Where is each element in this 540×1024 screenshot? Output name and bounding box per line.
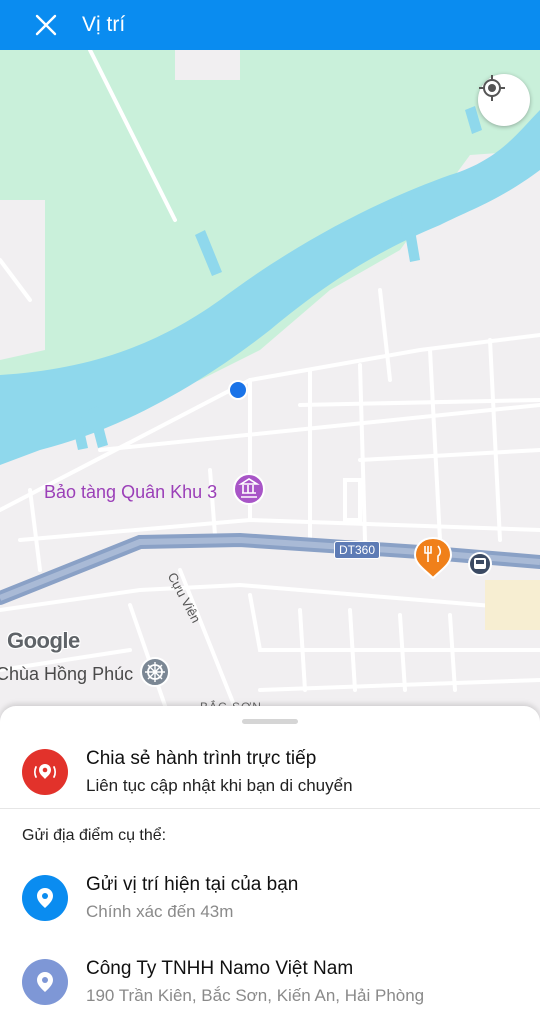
place-option[interactable]: Công Ty TNHH Namo Việt Nam 190 Trần Kiên…	[0, 958, 540, 1006]
close-icon	[35, 14, 57, 36]
place-address: 190 Trần Kiên, Bắc Sơn, Kiến An, Hải Phò…	[86, 986, 425, 1005]
land-area	[0, 200, 45, 360]
building-area	[485, 580, 540, 630]
top-bar: Vị trí	[0, 0, 540, 50]
land-patch	[175, 50, 240, 80]
park-area	[0, 50, 540, 410]
section-label: Gửi địa điểm cụ thể:	[22, 827, 167, 844]
crosshair-icon	[479, 75, 505, 101]
pagoda-icon	[140, 657, 170, 687]
drag-handle[interactable]	[242, 719, 298, 724]
map-view[interactable]: Bảo tàng Quân Khu 3 Chùa Hồng Phúc Cựu V…	[0, 50, 540, 720]
divider	[0, 808, 540, 809]
place-title: Công Ty TNHH Namo Việt Nam	[86, 958, 354, 979]
send-current-location-option[interactable]: Gửi vị trí hiện tại của bạn Chính xác đế…	[0, 874, 540, 922]
page-title: Vị trí	[82, 13, 126, 36]
restaurant-pin-icon	[413, 536, 453, 580]
museum-pin-icon	[233, 473, 265, 505]
museum-label[interactable]: Bảo tàng Quân Khu 3	[44, 482, 217, 503]
pagoda-label[interactable]: Chùa Hồng Phúc	[0, 664, 133, 685]
location-pin-icon	[22, 875, 68, 921]
live-share-title: Chia sẻ hành trình trực tiếp	[86, 748, 317, 769]
current-location-title: Gửi vị trí hiện tại của bạn	[86, 874, 299, 895]
bottom-sheet: Chia sẻ hành trình trực tiếp Liên tục cậ…	[0, 706, 540, 1024]
current-location-accuracy: Chính xác đến 43m	[86, 902, 234, 921]
my-location-button[interactable]	[478, 74, 530, 126]
bus-stop-icon	[468, 552, 492, 576]
live-share-subtitle: Liên tục cập nhật khi bạn di chuyển	[86, 776, 353, 795]
close-button[interactable]	[24, 3, 68, 47]
live-share-option[interactable]: Chia sẻ hành trình trực tiếp Liên tục cậ…	[0, 748, 540, 796]
map-canvas	[0, 50, 540, 720]
live-location-icon	[22, 749, 68, 795]
current-location-dot	[228, 380, 248, 400]
google-logo: Google	[7, 628, 80, 653]
road-badge: DT360	[334, 541, 381, 559]
location-pin-icon	[22, 959, 68, 1005]
